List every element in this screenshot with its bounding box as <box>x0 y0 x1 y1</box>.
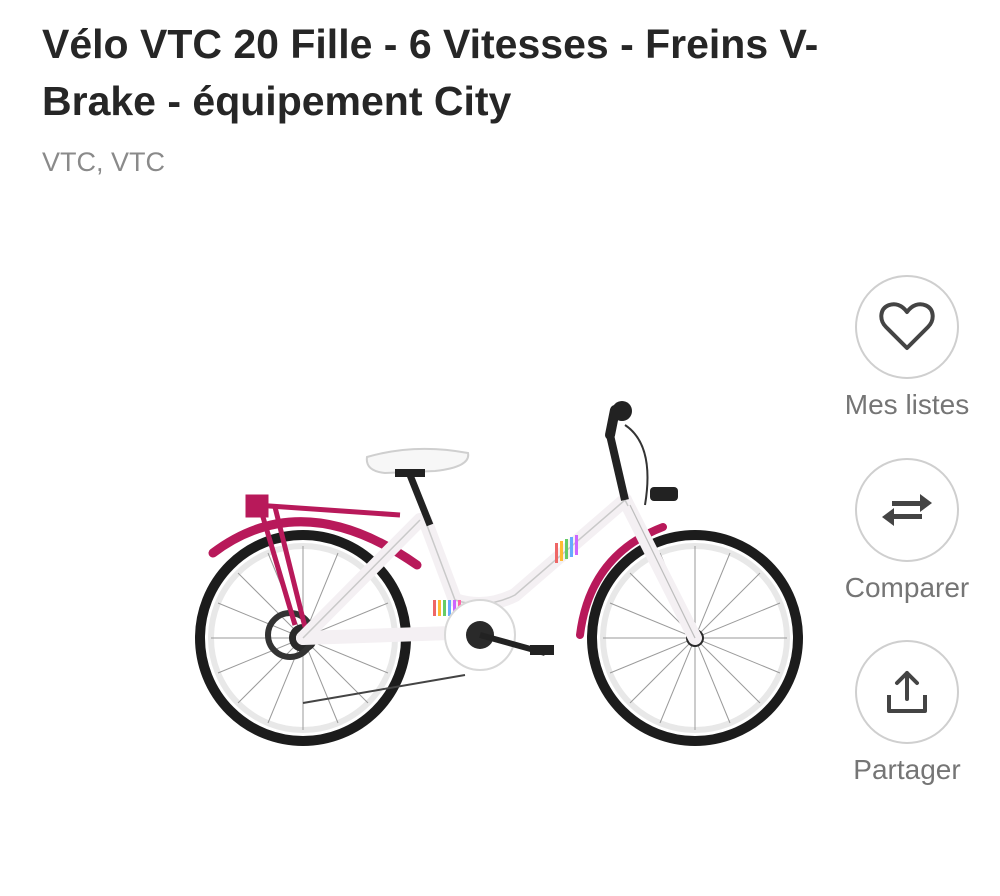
compare-action[interactable]: Comparer <box>817 458 997 606</box>
product-title: Vélo VTC 20 Fille - 6 Vitesses - Freins … <box>42 21 819 124</box>
heart-icon <box>879 302 935 350</box>
share-button[interactable] <box>855 640 959 744</box>
product-category: VTC, VTC <box>42 147 166 177</box>
swap-arrows-icon <box>882 494 932 526</box>
share-label: Partager <box>853 754 961 785</box>
product-image[interactable] <box>185 395 815 755</box>
share-upload-icon <box>887 671 927 713</box>
compare-label: Comparer <box>844 572 970 603</box>
share-action[interactable]: Partager <box>817 640 997 788</box>
stem <box>606 434 629 501</box>
my-lists-action[interactable]: Mes listes <box>817 275 997 423</box>
compare-button[interactable] <box>855 458 959 562</box>
headlight <box>650 487 678 501</box>
my-lists-label: Mes listes <box>844 389 970 420</box>
my-lists-button[interactable] <box>855 275 959 379</box>
